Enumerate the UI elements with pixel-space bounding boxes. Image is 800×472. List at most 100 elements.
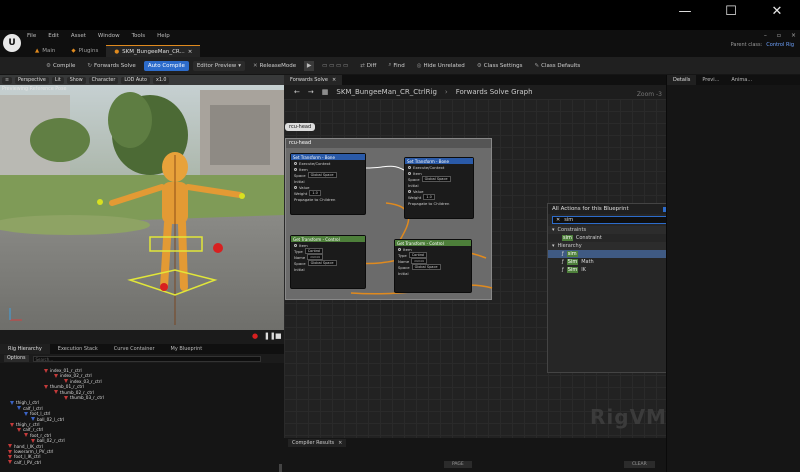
hierarchy-row[interactable]: calf_l_PV_ctrl: [8, 460, 41, 465]
breadcrumb-graph[interactable]: Forwards Solve Graph: [456, 88, 533, 96]
release-mode-button[interactable]: ✕ ReleaseMode: [249, 61, 300, 71]
play-icon[interactable]: ▶: [304, 60, 315, 71]
hierarchy-row[interactable]: ball_02_r_ctrl: [31, 438, 65, 443]
close-tab-icon[interactable]: ×: [332, 77, 336, 83]
hierarchy-row[interactable]: thigh_r_ctrl: [10, 422, 40, 427]
menu-asset[interactable]: Asset: [71, 33, 86, 39]
tab-rig-hierarchy[interactable]: Rig Hierarchy: [0, 344, 50, 354]
pause-icon[interactable]: ❚❚: [264, 332, 276, 340]
doc-tab-plugins[interactable]: ◆ Plugins: [63, 45, 106, 57]
hierarchy-search-input[interactable]: Search...: [32, 355, 261, 362]
editor-close-icon[interactable]: ×: [791, 32, 796, 39]
options-button[interactable]: Options: [4, 355, 29, 362]
pin-icon[interactable]: [294, 185, 297, 189]
weight-field[interactable]: 1.0: [309, 190, 321, 196]
hierarchy-row[interactable]: thigh_l_ctrl: [10, 400, 39, 405]
pin-row[interactable]: Propagate to Children: [405, 200, 473, 206]
pin-icon[interactable]: [408, 171, 411, 175]
menu-tools[interactable]: Tools: [132, 33, 146, 39]
tab-execution-stack[interactable]: Execution Stack: [50, 344, 106, 354]
tab-compiler-results[interactable]: Compiler Results ×: [288, 439, 347, 447]
pin-icon[interactable]: [294, 243, 297, 247]
pin-row[interactable]: Initial: [291, 266, 365, 272]
hierarchy-row[interactable]: thumb_01_r_ctrl: [44, 384, 84, 389]
lod-button[interactable]: LOD Auto: [121, 76, 150, 84]
set-transform-node[interactable]: Set Transform - Bone Execute/Context Ite…: [404, 157, 474, 219]
hierarchy-row[interactable]: index_02_r_ctrl: [54, 373, 92, 378]
close-tab-icon[interactable]: ×: [338, 440, 342, 446]
weight-field[interactable]: 1.0: [423, 194, 435, 200]
hierarchy-row[interactable]: thumb_03_r_ctrl: [64, 395, 104, 400]
record-icon[interactable]: ●: [252, 332, 258, 340]
tab-details[interactable]: Details: [667, 75, 697, 85]
doc-tab-main[interactable]: ▲ Main: [27, 45, 63, 57]
tab-my-blueprint[interactable]: My Blueprint: [163, 344, 211, 354]
page-button[interactable]: PAGE: [444, 461, 472, 468]
hierarchy-row[interactable]: foot_l_IK_ctrl: [8, 454, 41, 459]
hamburger-icon[interactable]: ≡: [2, 76, 13, 84]
diff-button[interactable]: ⇄ Diff: [356, 61, 380, 71]
hierarchy-row[interactable]: calf_r_ctrl: [17, 427, 43, 432]
pin-row[interactable]: Propagate to Children: [291, 196, 365, 202]
editor-preview-dropdown[interactable]: Editor Preview ▾: [192, 60, 246, 71]
character-button[interactable]: Character: [88, 76, 119, 84]
comment-box[interactable]: rcu-head Set Transform - Bone Execute/Co…: [285, 138, 493, 300]
hierarchy-row[interactable]: foot_l_ctrl: [24, 411, 50, 416]
compile-button[interactable]: ⚙ Compile: [42, 61, 79, 71]
clear-search-icon[interactable]: ✕: [556, 217, 560, 223]
find-button[interactable]: ⌕ Find: [384, 60, 408, 71]
clear-button[interactable]: CLEAR: [624, 461, 655, 468]
exec-pin-icon[interactable]: [294, 161, 297, 165]
perspective-button[interactable]: Perspective: [15, 76, 49, 84]
space-dropdown[interactable]: Global Space: [307, 172, 337, 178]
hierarchy-scrollbar[interactable]: [279, 464, 282, 472]
hierarchy-row[interactable]: foot_r_ctrl: [24, 433, 51, 438]
unreal-logo-icon[interactable]: U: [3, 34, 21, 52]
step-controls[interactable]: ▭ ▭ ▭ ▭: [318, 61, 352, 71]
tab-curve-container[interactable]: Curve Container: [106, 344, 163, 354]
lit-button[interactable]: Lit: [51, 76, 64, 84]
forward-arrow-icon[interactable]: →: [308, 88, 314, 96]
hide-unrelated-button[interactable]: ◎ Hide Unrelated: [413, 61, 469, 71]
class-settings-button[interactable]: ⚙ Class Settings: [473, 61, 527, 71]
comment-tag[interactable]: rcu-head: [285, 123, 316, 131]
hierarchy-row[interactable]: calf_l_ctrl: [17, 406, 43, 411]
editor-maximize-icon[interactable]: ▫: [777, 32, 781, 39]
space-dropdown[interactable]: Global Space: [411, 264, 441, 270]
hierarchy-row[interactable]: index_01_r_ctrl: [44, 368, 82, 373]
pin-icon[interactable]: [408, 189, 411, 193]
tab-preview[interactable]: Previ...: [696, 75, 725, 85]
space-dropdown[interactable]: Global Space: [307, 260, 337, 266]
tab-animation[interactable]: Anima...: [725, 75, 758, 85]
hierarchy-row[interactable]: ball_02_l_ctrl: [31, 417, 64, 422]
tab-forwards-solve[interactable]: Forwards Solve ×: [284, 75, 343, 85]
auto-compile-toggle[interactable]: Auto Compile: [143, 60, 189, 71]
doc-tab-control-rig[interactable]: ● SKM_BungeeMan_CR... ×: [106, 45, 201, 57]
menu-file[interactable]: File: [27, 33, 36, 39]
pin-icon[interactable]: [398, 247, 401, 251]
set-transform-node[interactable]: Set Transform - Bone Execute/Context Ite…: [290, 153, 366, 215]
breadcrumb-asset[interactable]: SKM_BungeeMan_CR_CtrlRig: [336, 88, 437, 96]
close-tab-icon[interactable]: ×: [188, 49, 193, 55]
class-defaults-button[interactable]: ✎ Class Defaults: [531, 61, 585, 71]
show-button[interactable]: Show: [66, 76, 86, 84]
close-button[interactable]: ✕: [754, 0, 800, 22]
space-dropdown[interactable]: Global Space: [421, 176, 451, 182]
maximize-button[interactable]: ☐: [708, 0, 754, 22]
speed-button[interactable]: x1.0: [152, 76, 170, 84]
pin-icon[interactable]: [294, 167, 297, 171]
get-transform-node[interactable]: Get Transform - Control Item Type Control…: [394, 239, 472, 293]
back-arrow-icon[interactable]: ←: [294, 88, 300, 96]
hierarchy-row[interactable]: hand_l_IK_ctrl: [8, 444, 43, 449]
preview-viewport[interactable]: ≡ Perspective Lit Show Character LOD Aut…: [0, 75, 284, 330]
hierarchy-row[interactable]: index_03_r_ctrl: [64, 379, 102, 384]
hierarchy-row[interactable]: thumb_02_r_ctrl: [54, 390, 94, 395]
pin-row[interactable]: Initial: [395, 270, 471, 276]
editor-minimize-icon[interactable]: –: [764, 32, 767, 39]
forwards-solve-button[interactable]: ↻ Forwards Solve: [83, 61, 139, 71]
menu-edit[interactable]: Edit: [48, 33, 59, 39]
menu-window[interactable]: Window: [98, 33, 120, 39]
stop-icon[interactable]: ■: [275, 332, 282, 340]
minimize-button[interactable]: —: [662, 0, 708, 22]
parent-class-value[interactable]: Control Rig: [766, 42, 794, 48]
